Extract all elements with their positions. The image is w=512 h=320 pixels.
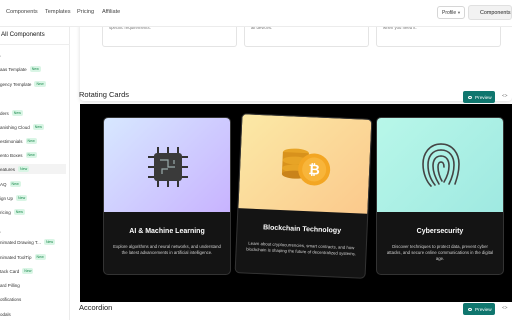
new-badge: New	[9, 181, 21, 187]
rotating-preview-button[interactable]: Preview	[463, 91, 495, 103]
previous-component-preview: specific requirements. all devices. when…	[80, 21, 512, 101]
new-badge: New	[29, 66, 41, 72]
sidebar-item[interactable]: ard Pilling	[0, 280, 20, 290]
card-blockchain-header: ₿	[238, 114, 372, 214]
card-blockchain-title: Blockchain Technology	[262, 224, 342, 235]
card-ai-ml-header	[104, 118, 230, 212]
sidebar-item[interactable]: gency Template New	[0, 79, 46, 89]
sidebar-item-label: AQ	[0, 181, 7, 187]
code-toggle-button[interactable]: <>	[502, 305, 507, 310]
new-badge: New	[11, 110, 23, 116]
sidebar-item[interactable]: odals	[0, 309, 11, 319]
sidebar-item[interactable]: otifications	[0, 294, 21, 304]
new-badge: New	[34, 81, 46, 87]
bitcoin-icon: ₿	[281, 148, 331, 186]
profile-dropdown[interactable]: Profile ▼	[437, 6, 465, 19]
sidebar-item[interactable]: ricing New	[0, 207, 25, 217]
new-badge: New	[34, 254, 46, 260]
section-title-accordion: Accordion	[79, 303, 113, 312]
new-badge: New	[32, 124, 44, 130]
card-ai-ml[interactable]: AI & Machine Learning Explore algorithms…	[103, 117, 231, 275]
eye-icon	[468, 307, 472, 311]
new-badge: New	[13, 209, 25, 215]
chip-icon	[148, 147, 188, 187]
card-cybersecurity-header	[377, 118, 503, 212]
sidebar-category-label: s	[0, 230, 1, 234]
card-cybersecurity[interactable]: Cybersecurity Discover techniques to pro…	[376, 117, 504, 275]
sidebar-item-label: ard Pilling	[0, 282, 20, 288]
sidebar-category-label: s	[0, 54, 1, 58]
sidebar-title: All Components	[1, 31, 45, 38]
card-blockchain-description: Learn about cryptocurrencies, smart cont…	[246, 240, 357, 257]
sidebar-item-label: nimated ToolTip	[0, 254, 32, 260]
sidebar-divider	[0, 44, 70, 45]
sidebar-item[interactable]: ders New	[0, 108, 23, 118]
app-root: Components Templates Pricing Affiliate P…	[0, 0, 512, 320]
code-toggle-button[interactable]: <>	[502, 93, 507, 98]
accordion-section	[80, 302, 512, 320]
new-badge: New	[43, 239, 56, 245]
preview-label: Preview	[475, 94, 492, 100]
chevron-down-icon: ▼	[457, 10, 461, 15]
sidebar-item[interactable]: tack Card New	[0, 266, 34, 276]
main-content: specific requirements. all devices. when…	[70, 21, 512, 320]
fingerprint-icon	[422, 143, 460, 187]
sidebar-item[interactable]: nimated ToolTip New	[0, 252, 46, 262]
top-navigation-bar: Components Templates Pricing Affiliate P…	[0, 0, 512, 27]
sidebar-item[interactable]: estimonials New	[0, 136, 37, 146]
sidebar-item[interactable]: ento Boxes New	[0, 150, 37, 160]
new-badge: New	[22, 268, 34, 274]
sidebar-item-label: nimated Drawing T...	[0, 239, 41, 245]
sidebar-item-label: ento Boxes	[0, 152, 23, 158]
sidebar-item-label: aas Template	[0, 66, 27, 72]
sidebar-item[interactable]: nimated Drawing T... New	[0, 237, 56, 247]
sidebar-item-label: tack Card	[0, 268, 20, 274]
new-badge: New	[18, 166, 30, 172]
sidebar-item-label: ders	[0, 110, 9, 116]
nav-pricing-link[interactable]: Pricing	[77, 9, 94, 15]
nav-templates-link[interactable]: Templates	[45, 9, 71, 15]
eye-icon	[468, 95, 472, 99]
nav-components-link[interactable]: Components	[6, 9, 38, 15]
components-button[interactable]: Components	[468, 5, 512, 20]
card-cybersecurity-title: Cybersecurity	[416, 228, 464, 235]
sidebar-item-label: anishing Cloud	[0, 124, 30, 130]
card-ai-ml-description: Explore algorithms and neural networks, …	[113, 244, 221, 255]
sidebar-item-label: estimonials	[0, 138, 23, 144]
sidebar-item[interactable]: ign Up New	[0, 193, 28, 203]
card-blockchain[interactable]: ₿ Blockchain Technology Learn about cryp…	[234, 113, 373, 279]
card-ai-ml-title: AI & Machine Learning	[129, 228, 205, 235]
sidebar-item-label: eatures	[0, 166, 16, 172]
nav-affiliate-link[interactable]: Affiliate	[102, 9, 120, 15]
rotating-cards-preview: AI & Machine Learning Explore algorithms…	[80, 104, 512, 304]
new-badge: New	[16, 195, 28, 201]
sidebar-item[interactable]: anishing Cloud New	[0, 122, 44, 132]
sidebar-item-label: ign Up	[0, 195, 14, 201]
accordion-preview-button[interactable]: Preview	[463, 303, 495, 315]
sidebar-item[interactable]: AQ New	[0, 179, 21, 189]
sidebar-item-label: otifications	[0, 296, 22, 302]
sidebar-item-label: ricing	[0, 209, 11, 215]
sidebar-item-label: gency Template	[0, 81, 32, 87]
svg-text:₿: ₿	[308, 162, 320, 178]
profile-label: Profile	[442, 10, 457, 16]
sidebar-item[interactable]: aas Template New	[0, 64, 41, 74]
sidebar-item[interactable]: eatures New	[0, 164, 66, 174]
preview-label: Preview	[475, 306, 492, 312]
new-badge: New	[25, 152, 37, 158]
sidebar-item-label: odals	[0, 311, 11, 317]
card-cybersecurity-description: Discover techniques to protect data, pre…	[386, 244, 494, 261]
new-badge: New	[25, 138, 37, 144]
sidebar: All Components s s aas TemplateNewgency …	[0, 27, 70, 320]
section-title-rotating-cards: Rotating Cards	[79, 90, 130, 99]
